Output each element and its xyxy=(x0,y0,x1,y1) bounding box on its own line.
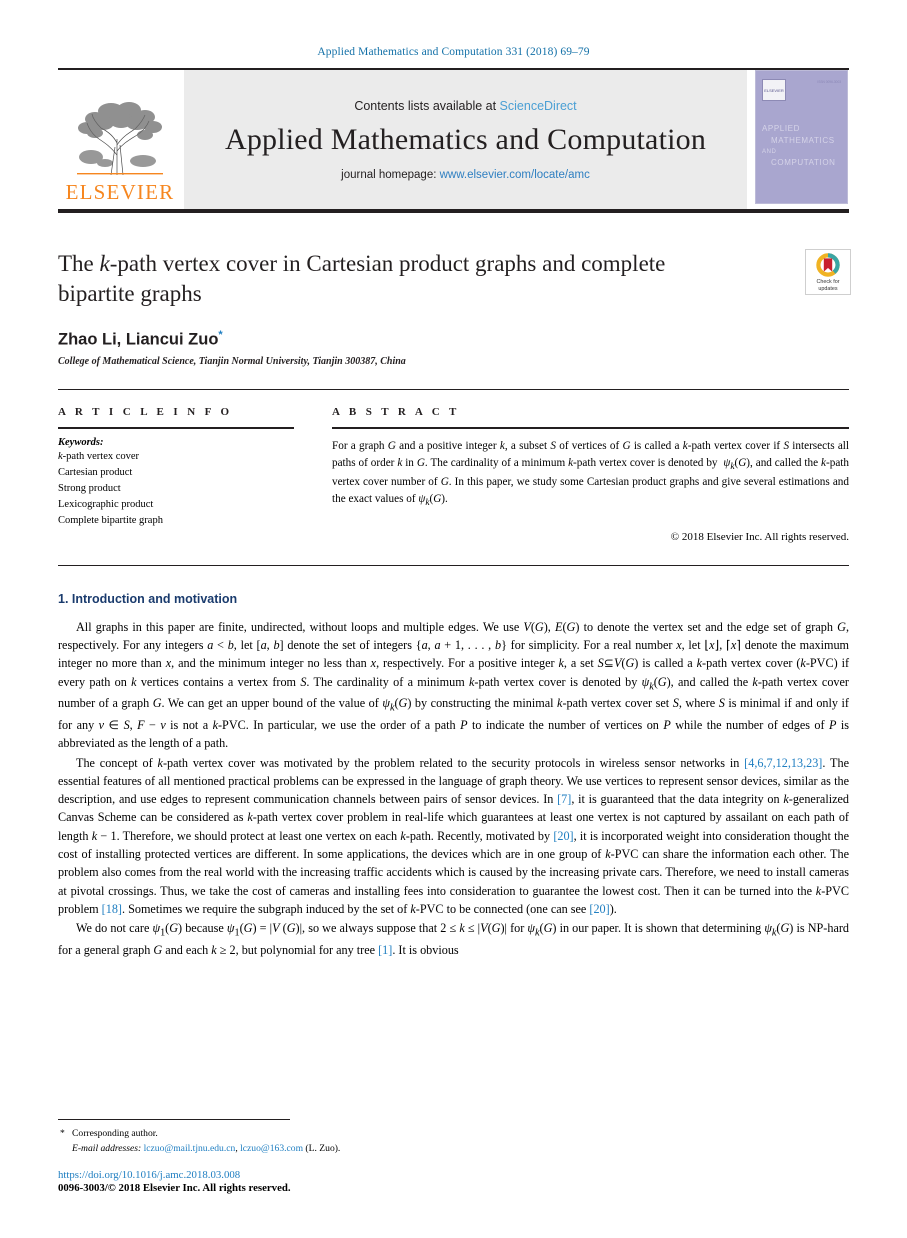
footnote-star: * xyxy=(60,1128,65,1140)
title-divider xyxy=(58,389,849,391)
email-label: E-mail addresses: xyxy=(72,1142,142,1154)
crossmark-label-line1: Check for xyxy=(816,279,840,286)
citation-link-1[interactable]: [1] xyxy=(378,943,392,957)
journal-band: Contents lists available at ScienceDirec… xyxy=(184,70,747,209)
contents-prefix: Contents lists available at xyxy=(354,98,500,113)
abstract-bottom-divider xyxy=(58,564,849,566)
corresponding-author-note: * Corresponding author. xyxy=(58,1127,849,1141)
footnote-rule xyxy=(58,1119,290,1121)
abstract-copyright: © 2018 Elsevier Inc. All rights reserved… xyxy=(670,530,849,543)
author-list: Zhao Li, Liancui Zuo* xyxy=(58,329,849,350)
running-head: Applied Mathematics and Computation 331 … xyxy=(317,46,590,58)
keyword-item: Complete bipartite graph xyxy=(58,514,163,526)
journal-cover-cell: ELSEVIER ISSN 0096-3003 APPLIED MATHEMAT… xyxy=(749,70,849,209)
journal-cover-thumbnail[interactable]: ELSEVIER ISSN 0096-3003 APPLIED MATHEMAT… xyxy=(755,70,848,204)
abstract-heading: A B S T R A C T xyxy=(332,406,460,419)
doi-line: https://doi.org/10.1016/j.amc.2018.03.00… xyxy=(58,1169,849,1181)
email-link-primary[interactable]: lczuo@mail.tjnu.edu.cn xyxy=(144,1143,236,1154)
email-link-secondary[interactable]: lczuo@163.com xyxy=(240,1143,303,1154)
citation-link-4-6-7-12-13-23[interactable]: [4,6,7,12,13,23] xyxy=(744,756,822,770)
doi-link[interactable]: https://doi.org/10.1016/j.amc.2018.03.00… xyxy=(58,1169,240,1181)
crossmark-label-line2: updates xyxy=(818,286,838,292)
journal-title: Applied Mathematics and Computation xyxy=(224,122,707,156)
homepage-prefix: journal homepage: xyxy=(341,168,440,181)
title-block: The k-path vertex cover in Cartesian pro… xyxy=(58,249,851,368)
section-heading-introduction: 1. Introduction and motivation xyxy=(58,591,238,606)
cover-title-text: APPLIED MATHEMATICS AND COMPUTATION xyxy=(762,123,841,169)
keywords-list: k-path vertex cover Cartesian product St… xyxy=(58,449,294,529)
elsevier-tree-icon xyxy=(77,102,163,176)
keyword-item: Cartesian product xyxy=(58,466,133,478)
cover-title-line1: APPLIED xyxy=(762,124,800,133)
abstract-rule xyxy=(332,427,849,429)
citation-link-20-b[interactable]: [20] xyxy=(589,902,609,916)
body-paragraph-3: We do not care ψ1(G) because ψ1(G) = |V … xyxy=(58,921,850,957)
cover-issn: ISSN 0096-3003 xyxy=(817,80,841,84)
article-body: 1. Introduction and motivation All graph… xyxy=(58,592,849,960)
keyword-item: Strong product xyxy=(58,482,121,494)
body-paragraph-2: The concept of k-path vertex cover was m… xyxy=(58,755,849,916)
issn-copyright-line: 0096-3003/© 2018 Elsevier Inc. All right… xyxy=(58,1182,291,1194)
crossmark-label: Check for updates xyxy=(816,279,839,293)
journal-homepage-line: journal homepage: www.elsevier.com/locat… xyxy=(341,169,590,181)
citation-link-18[interactable]: [18] xyxy=(102,902,122,916)
cover-title-line3: AND xyxy=(762,148,777,155)
email-suffix: (L. Zuo). xyxy=(303,1142,341,1154)
page-title: The k-path vertex cover in Cartesian pro… xyxy=(58,249,708,310)
abstract-column: A B S T R A C T For a graph G and a posi… xyxy=(312,406,849,543)
journal-homepage-link[interactable]: www.elsevier.com/locate/amc xyxy=(440,169,590,181)
citation-link-20-a[interactable]: [20] xyxy=(553,829,573,843)
affiliation: College of Mathematical Science, Tianjin… xyxy=(58,356,406,368)
sciencedirect-link[interactable]: ScienceDirect xyxy=(500,99,577,113)
cover-title-line4: COMPUTATION xyxy=(771,158,836,168)
crossmark-icon xyxy=(816,253,840,277)
keyword-item: Lexicographic product xyxy=(58,498,154,510)
body-paragraph-1: All graphs in this paper are finite, und… xyxy=(58,619,850,751)
cover-title-line2: MATHEMATICS xyxy=(771,136,835,146)
authors-names: Zhao Li, Liancui Zuo xyxy=(58,330,219,349)
email-addresses-note: E-mail addresses: lczuo@mail.tjnu.edu.cn… xyxy=(58,1142,849,1156)
article-info-heading: A R T I C L E I N F O xyxy=(58,406,233,419)
title-part-b: -path vertex cover in Cartesian product … xyxy=(109,251,576,276)
cover-elsevier-mini-logo: ELSEVIER xyxy=(762,79,786,101)
elsevier-wordmark: ELSEVIER xyxy=(65,180,175,204)
keyword-item: k-path vertex cover xyxy=(58,450,140,462)
masthead-bottom-rule xyxy=(58,209,849,213)
article-info-column: A R T I C L E I N F O Keywords: k-path v… xyxy=(58,406,312,542)
corresponding-author-marker[interactable]: * xyxy=(218,329,222,341)
journal-masthead: ELSEVIER Contents lists available at Sci… xyxy=(58,68,849,209)
corresponding-author-text: Corresponding author. xyxy=(72,1128,158,1140)
article-info-rule xyxy=(58,427,294,429)
elsevier-logo: ELSEVIER xyxy=(58,70,182,209)
citation-link-7[interactable]: [7] xyxy=(557,792,571,806)
abstract-text: For a graph G and a positive integer k, … xyxy=(332,439,849,509)
keywords-label: Keywords: xyxy=(58,436,104,448)
page-footer: * Corresponding author. E-mail addresses… xyxy=(58,1119,849,1194)
article-page: Applied Mathematics and Computation 331 … xyxy=(0,0,907,1238)
info-abstract-row: A R T I C L E I N F O Keywords: k-path v… xyxy=(58,406,849,543)
title-part-a: The xyxy=(58,251,100,276)
title-part-k: k xyxy=(99,251,110,276)
crossmark-badge[interactable]: Check for updates xyxy=(805,249,851,295)
contents-available-line: Contents lists available at ScienceDirec… xyxy=(354,99,576,113)
